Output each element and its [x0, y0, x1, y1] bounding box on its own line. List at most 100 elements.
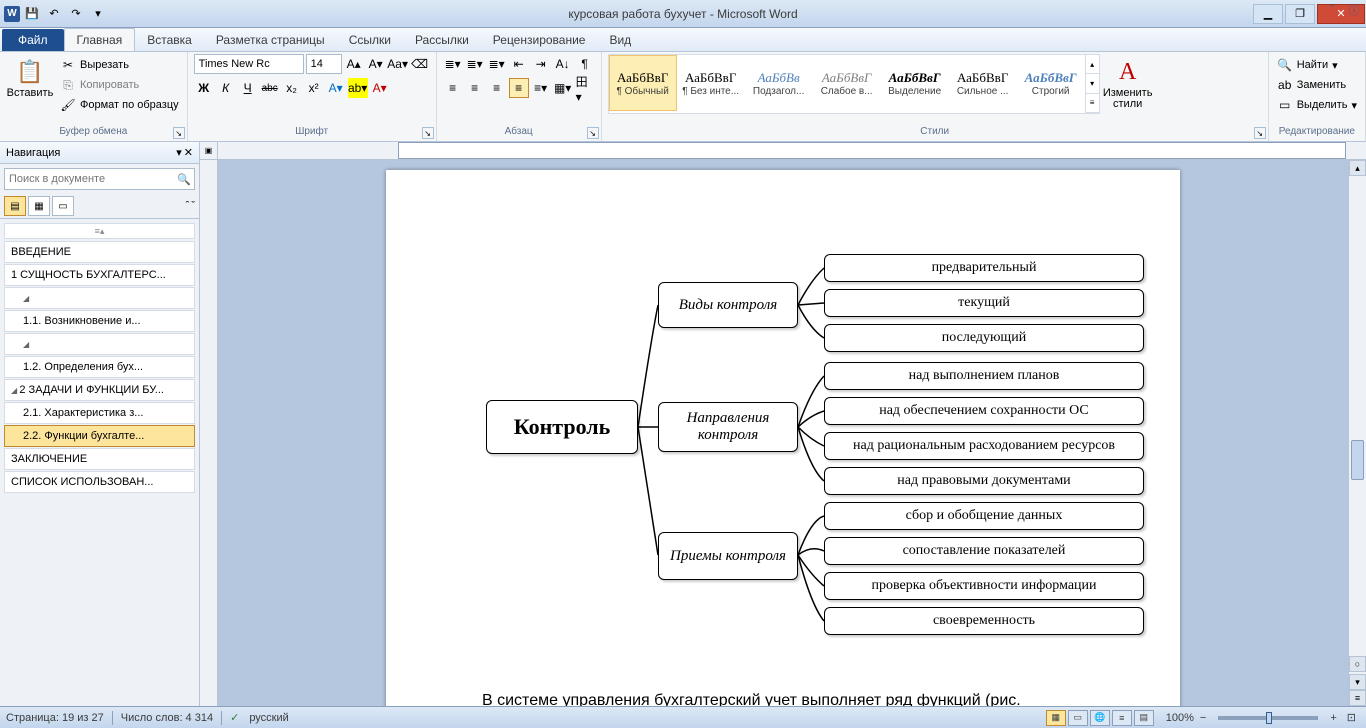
tab-mailings[interactable]: Рассылки: [403, 29, 481, 51]
styles-dialog-launcher[interactable]: ↘: [1254, 127, 1266, 139]
scroll-thumb[interactable]: [1351, 440, 1364, 480]
multilevel-button[interactable]: ≣▾: [487, 54, 507, 74]
format-painter-button[interactable]: 🖌Формат по образцу: [58, 96, 181, 114]
nav-item[interactable]: [4, 287, 195, 309]
zoom-fit[interactable]: ⊡: [1343, 711, 1360, 724]
numbering-button[interactable]: ≣▾: [465, 54, 485, 74]
nav-dropdown[interactable]: ▾: [176, 146, 182, 159]
bullets-button[interactable]: ≣▾: [443, 54, 463, 74]
ribbon-minimize[interactable]: ˆ: [1324, 2, 1340, 18]
maximize-button[interactable]: ❐: [1285, 4, 1315, 24]
ruler-toggle[interactable]: ▣: [200, 142, 218, 159]
vertical-ruler[interactable]: [200, 160, 218, 706]
view-outline[interactable]: ≡: [1112, 710, 1132, 726]
font-name-combo[interactable]: Times New Rc: [194, 54, 304, 74]
tab-view[interactable]: Вид: [597, 29, 643, 51]
style-strong[interactable]: АаБбВвГСтрогий: [1017, 55, 1085, 111]
nav-item[interactable]: ВВЕДЕНИЕ: [4, 241, 195, 263]
change-case-button[interactable]: Aa▾: [388, 54, 408, 74]
increase-indent-button[interactable]: ⇥: [531, 54, 551, 74]
minimize-button[interactable]: ▁: [1253, 4, 1283, 24]
tab-file[interactable]: Файл: [2, 29, 64, 51]
align-center-button[interactable]: ≡: [465, 78, 485, 98]
style-no-spacing[interactable]: АаБбВвГ¶ Без инте...: [677, 55, 745, 111]
nav-item[interactable]: СПИСОК ИСПОЛЬЗОВАН...: [4, 471, 195, 493]
find-button[interactable]: 🔍Найти ▾: [1275, 56, 1359, 74]
line-spacing-button[interactable]: ≡▾: [531, 78, 551, 98]
nav-close-icon[interactable]: ✕: [184, 146, 193, 159]
nav-next[interactable]: ˇ: [191, 200, 195, 212]
tab-home[interactable]: Главная: [64, 28, 136, 51]
zoom-in[interactable]: +: [1326, 712, 1340, 724]
nav-expand[interactable]: ≡▴: [4, 223, 195, 239]
paste-button[interactable]: 📋 Вставить: [6, 54, 54, 99]
nav-item[interactable]: 1.2. Определения бух...: [4, 356, 195, 378]
horizontal-ruler[interactable]: ▣: [200, 142, 1366, 160]
proofing-icon[interactable]: ✓: [230, 711, 239, 724]
zoom-out[interactable]: −: [1196, 712, 1210, 724]
copy-button[interactable]: ⎘Копировать: [58, 76, 181, 94]
font-dialog-launcher[interactable]: ↘: [422, 127, 434, 139]
tab-layout[interactable]: Разметка страницы: [204, 29, 337, 51]
shading-button[interactable]: ▦▾: [553, 78, 573, 98]
bold-button[interactable]: Ж: [194, 78, 214, 98]
view-draft[interactable]: ▤: [1134, 710, 1154, 726]
tab-references[interactable]: Ссылки: [337, 29, 403, 51]
qat-redo[interactable]: ↷: [66, 4, 86, 24]
search-input[interactable]: [5, 173, 174, 185]
tab-review[interactable]: Рецензирование: [481, 29, 598, 51]
grow-font-button[interactable]: A▴: [344, 54, 364, 74]
nav-search[interactable]: 🔍: [4, 168, 195, 190]
nav-tab-headings[interactable]: ▤: [4, 196, 26, 216]
select-button[interactable]: ▭Выделить ▾: [1275, 96, 1359, 114]
view-full-screen[interactable]: ▭: [1068, 710, 1088, 726]
highlight-button[interactable]: ab▾: [348, 78, 368, 98]
shrink-font-button[interactable]: A▾: [366, 54, 386, 74]
style-normal[interactable]: АаБбВвГ¶ Обычный: [609, 55, 677, 111]
nav-item-selected[interactable]: 2.2. Функции бухгалте...: [4, 425, 195, 447]
subscript-button[interactable]: x₂: [282, 78, 302, 98]
align-justify-button[interactable]: ≡: [509, 78, 529, 98]
style-subtle-emphasis[interactable]: АаБбВвГСлабое в...: [813, 55, 881, 111]
split-button[interactable]: ○: [1349, 656, 1366, 672]
qat-customize[interactable]: ▾: [88, 4, 108, 24]
change-styles-button[interactable]: A Изменить стили: [1104, 54, 1152, 110]
language-status[interactable]: русский: [249, 712, 288, 724]
font-size-combo[interactable]: 14: [306, 54, 342, 74]
nav-item[interactable]: 2 ЗАДАЧИ И ФУНКЦИИ БУ...: [4, 379, 195, 401]
align-left-button[interactable]: ≡: [443, 78, 463, 98]
scroll-down[interactable]: ▾: [1349, 674, 1366, 690]
strike-button[interactable]: abc: [260, 78, 280, 98]
style-intense-emphasis[interactable]: АаБбВвГСильное ...: [949, 55, 1017, 111]
tab-insert[interactable]: Вставка: [135, 29, 204, 51]
font-color-button[interactable]: A▾: [370, 78, 390, 98]
view-web[interactable]: 🌐: [1090, 710, 1110, 726]
qat-save[interactable]: 💾: [22, 4, 42, 24]
scroll-up[interactable]: ▴: [1349, 160, 1366, 176]
help-icon[interactable]: ⓘ: [1346, 2, 1362, 18]
nav-item[interactable]: [4, 333, 195, 355]
cut-button[interactable]: ✂Вырезать: [58, 56, 181, 74]
style-subtitle[interactable]: АаБбВвПодзагол...: [745, 55, 813, 111]
borders-button[interactable]: 田▾: [575, 78, 595, 98]
page[interactable]: Контроль Виды контроля Направления контр…: [386, 170, 1180, 706]
superscript-button[interactable]: x²: [304, 78, 324, 98]
text-effects-button[interactable]: A▾: [326, 78, 346, 98]
page-status[interactable]: Страница: 19 из 27: [6, 712, 104, 724]
nav-tab-pages[interactable]: ▦: [28, 196, 50, 216]
replace-button[interactable]: abЗаменить: [1275, 76, 1359, 94]
show-marks-button[interactable]: ¶: [575, 54, 595, 74]
nav-tab-results[interactable]: ▭: [52, 196, 74, 216]
decrease-indent-button[interactable]: ⇤: [509, 54, 529, 74]
underline-button[interactable]: Ч: [238, 78, 258, 98]
nav-prev[interactable]: ˆ: [186, 200, 190, 212]
style-emphasis[interactable]: АаБбВвГВыделение: [881, 55, 949, 111]
vertical-scrollbar[interactable]: ▴ ○ ▾ ≡: [1348, 160, 1366, 706]
qat-undo[interactable]: ↶: [44, 4, 64, 24]
zoom-slider[interactable]: [1218, 716, 1318, 720]
search-icon[interactable]: 🔍: [174, 173, 194, 186]
italic-button[interactable]: К: [216, 78, 236, 98]
browse-button[interactable]: ≡: [1349, 690, 1366, 706]
zoom-level[interactable]: 100%: [1166, 712, 1194, 724]
nav-item[interactable]: 1 СУЩНОСТЬ БУХГАЛТЕРС...: [4, 264, 195, 286]
